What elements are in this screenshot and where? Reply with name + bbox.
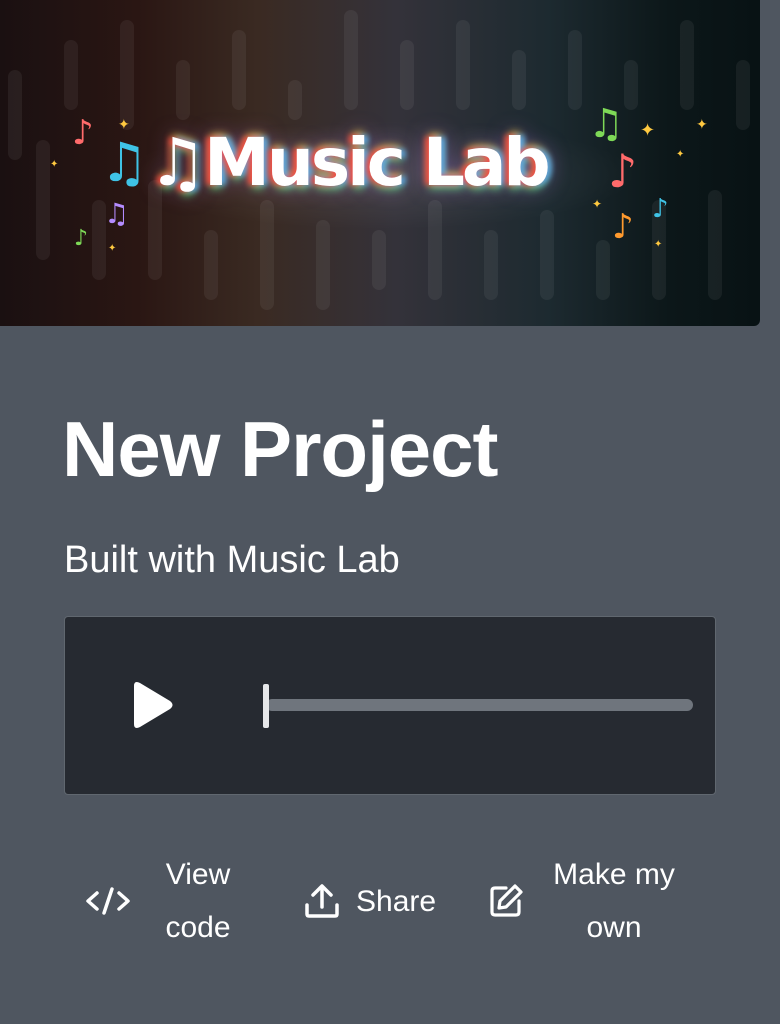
view-code-label-line1: View [165, 858, 231, 891]
share-label: Share [356, 884, 437, 918]
progress-scrubber-handle[interactable] [263, 684, 269, 728]
make-my-own-label-line1: Make my [553, 858, 675, 891]
music-lab-banner: ♪ ♫ ♫ ♪ ✦ ✦ ✦ ♫ ♪ ♪ ♪ ✦ ✦ ✦ ✦ ✦ ♫Music L… [0, 0, 760, 326]
sparkle-icon: ✦ [108, 243, 117, 254]
edit-icon [486, 881, 526, 921]
play-button[interactable] [118, 660, 188, 750]
make-my-own-label-line2: own [586, 911, 642, 944]
progress-bar[interactable] [266, 699, 693, 711]
project-subtitle: Built with Music Lab [64, 539, 400, 581]
music-note-icon: ♪ [608, 144, 638, 198]
make-my-own-label: Make my own [548, 848, 680, 954]
sparkle-icon: ✦ [640, 120, 656, 141]
view-code-label: View code [160, 848, 236, 954]
make-my-own-button[interactable]: Make my own [486, 848, 680, 954]
music-lab-logo: ♫Music Lab [148, 124, 551, 201]
sparkle-icon: ✦ [676, 149, 685, 160]
view-code-label-line2: code [165, 911, 231, 944]
code-icon [84, 884, 132, 918]
music-note-icon: ♫ [588, 101, 624, 147]
music-note-icon: ♪ [72, 113, 94, 153]
sparkle-icon: ✦ [118, 117, 130, 133]
view-code-button[interactable]: View code [84, 848, 236, 954]
sparkle-icon: ✦ [592, 197, 603, 211]
music-note-icon: ♫ [100, 131, 149, 194]
play-icon [134, 682, 173, 728]
share-upload-icon [302, 881, 342, 921]
share-button[interactable]: Share [302, 848, 436, 954]
music-note-icon: ♪ [612, 207, 634, 247]
sparkle-icon: ✦ [50, 159, 59, 170]
project-title: New Project [62, 405, 498, 493]
music-note-icon: ♫ [104, 197, 130, 230]
music-note-icon: ♪ [652, 194, 669, 224]
sparkle-icon: ✦ [654, 239, 663, 250]
music-note-icon: ♪ [74, 226, 89, 251]
sparkle-icon: ✦ [696, 117, 708, 133]
